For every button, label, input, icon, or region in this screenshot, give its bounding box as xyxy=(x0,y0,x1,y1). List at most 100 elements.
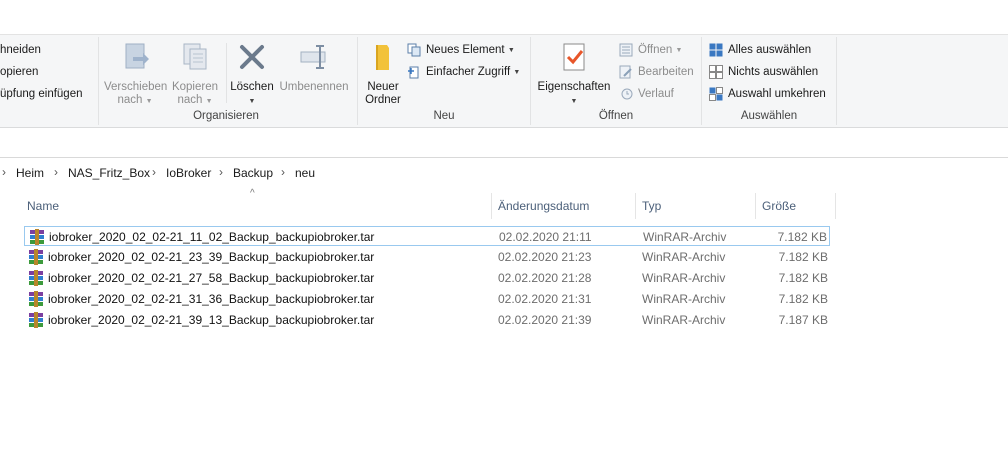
table-row[interactable]: iobroker_2020_02_02-21_27_58_Backup_back… xyxy=(24,268,830,288)
chevron-down-icon: ▼ xyxy=(513,68,521,76)
winrar-archive-icon xyxy=(29,270,43,286)
file-type: WinRAR-Archiv xyxy=(642,271,726,285)
table-row[interactable]: iobroker_2020_02_02-21_11_02_Backup_back… xyxy=(24,226,830,246)
file-size: 7.182 KB xyxy=(778,292,828,306)
paste-shortcut-label: üpfung einfügen xyxy=(0,88,83,100)
chevron-down-icon: ▼ xyxy=(248,98,256,105)
new-folder-label-1: Neuer xyxy=(367,81,399,93)
breadcrumb-item[interactable]: neu xyxy=(295,166,315,180)
new-item-label: Neues Element xyxy=(426,44,505,56)
properties-label: Eigenschaften xyxy=(537,81,611,93)
group-separator xyxy=(836,37,837,125)
rename-button[interactable]: Umbenennen xyxy=(278,41,350,94)
select-none-label: Nichts auswählen xyxy=(728,66,819,78)
open-icon xyxy=(619,43,633,57)
history-label: Verlauf xyxy=(638,88,674,100)
open-button[interactable]: Öffnen ▼ xyxy=(619,41,682,59)
file-type: WinRAR-Archiv xyxy=(642,292,726,306)
select-all-label: Alles auswählen xyxy=(728,44,812,56)
copy-path-button[interactable]: opieren xyxy=(0,63,38,81)
paste-shortcut-button[interactable]: üpfung einfügen xyxy=(0,85,83,103)
delete-button[interactable]: Löschen ▼ xyxy=(229,41,275,108)
copy-path-label: opieren xyxy=(0,66,39,78)
file-type: WinRAR-Archiv xyxy=(643,230,727,244)
chevron-right-icon[interactable]: › xyxy=(281,165,285,179)
file-name: iobroker_2020_02_02-21_11_02_Backup_back… xyxy=(49,230,375,244)
history-button[interactable]: Verlauf xyxy=(619,85,674,103)
chevron-down-icon: ▼ xyxy=(145,98,153,105)
file-name: iobroker_2020_02_02-21_27_58_Backup_back… xyxy=(48,271,375,285)
move-to-label-2: nach xyxy=(117,94,143,106)
file-date: 02.02.2020 21:31 xyxy=(498,292,592,306)
chevron-right-icon[interactable]: › xyxy=(54,165,58,179)
winrar-archive-icon xyxy=(30,229,44,245)
table-row[interactable]: iobroker_2020_02_02-21_39_13_Backup_back… xyxy=(24,310,830,330)
file-date: 02.02.2020 21:11 xyxy=(499,230,592,244)
select-group-label: Auswählen xyxy=(740,110,798,122)
cut-button[interactable]: hneiden xyxy=(0,41,41,59)
select-all-button[interactable]: Alles auswählen xyxy=(709,41,811,59)
move-to-icon xyxy=(125,43,149,69)
invert-selection-button[interactable]: Auswahl umkehren xyxy=(709,85,826,103)
cut-label: hneiden xyxy=(0,44,41,56)
select-none-button[interactable]: Nichts auswählen xyxy=(709,63,818,81)
organize-group-label: Organisieren xyxy=(193,110,259,122)
easy-access-label: Einfacher Zugriff xyxy=(426,66,511,78)
table-row[interactable]: iobroker_2020_02_02-21_31_36_Backup_back… xyxy=(24,289,830,309)
copy-to-icon xyxy=(183,43,207,70)
folder-icon xyxy=(376,45,389,70)
properties-button[interactable]: Eigenschaften ▼ xyxy=(536,41,612,108)
breadcrumb-item[interactable]: NAS_Fritz_Box xyxy=(68,166,150,180)
column-header-size[interactable]: Größe xyxy=(762,199,796,213)
sort-ascending-icon: ^ xyxy=(250,188,255,199)
file-date: 02.02.2020 21:28 xyxy=(498,271,592,285)
edit-button[interactable]: Bearbeiten xyxy=(619,63,694,81)
chevron-right-icon[interactable]: › xyxy=(152,165,156,179)
winrar-archive-icon xyxy=(29,312,43,328)
copy-to-button[interactable]: Kopieren nach ▼ xyxy=(170,41,220,108)
file-date: 02.02.2020 21:39 xyxy=(498,313,592,327)
easy-access-icon xyxy=(408,66,419,79)
new-group-label: Neu xyxy=(433,110,455,122)
column-header-type[interactable]: Typ xyxy=(642,199,661,213)
column-header-name[interactable]: Name xyxy=(27,199,59,213)
file-name: iobroker_2020_02_02-21_39_13_Backup_back… xyxy=(48,313,375,327)
file-type: WinRAR-Archiv xyxy=(642,313,726,327)
column-divider[interactable] xyxy=(635,193,636,219)
new-item-button[interactable]: Neues Element ▼ xyxy=(407,41,515,59)
column-divider[interactable] xyxy=(835,193,836,219)
file-size: 7.187 KB xyxy=(778,313,828,327)
file-name: iobroker_2020_02_02-21_31_36_Backup_back… xyxy=(48,292,375,306)
new-folder-button[interactable]: Neuer Ordner xyxy=(361,41,405,107)
file-date: 02.02.2020 21:23 xyxy=(498,250,592,264)
chevron-down-icon: ▼ xyxy=(205,98,213,105)
file-size: 7.182 KB xyxy=(778,271,828,285)
easy-access-button[interactable]: Einfacher Zugriff ▼ xyxy=(407,63,520,81)
column-header-date[interactable]: Änderungsdatum xyxy=(498,199,589,213)
address-bar[interactable]: › Heim › NAS_Fritz_Box › IoBroker › Back… xyxy=(0,157,1008,188)
group-separator xyxy=(98,37,99,125)
edit-label: Bearbeiten xyxy=(638,66,694,78)
rename-icon xyxy=(300,45,326,69)
column-divider[interactable] xyxy=(491,193,492,219)
winrar-archive-icon xyxy=(29,249,43,265)
column-divider[interactable] xyxy=(755,193,756,219)
select-none-icon xyxy=(709,65,723,79)
chevron-right-icon[interactable]: › xyxy=(219,165,223,179)
copy-to-label-2: nach xyxy=(177,94,203,106)
table-row[interactable]: iobroker_2020_02_02-21_23_39_Backup_back… xyxy=(24,247,830,267)
delete-label: Löschen xyxy=(230,81,274,93)
breadcrumb-item[interactable]: Backup xyxy=(233,166,273,180)
chevron-down-icon: ▼ xyxy=(675,46,683,54)
breadcrumb-item[interactable]: IoBroker xyxy=(166,166,211,180)
properties-icon xyxy=(563,43,585,71)
move-to-label-1: Verschieben xyxy=(104,81,168,93)
rename-label: Umbenennen xyxy=(279,81,349,93)
file-size: 7.182 KB xyxy=(777,230,827,244)
file-size: 7.182 KB xyxy=(778,250,828,264)
invert-selection-label: Auswahl umkehren xyxy=(728,88,826,100)
move-to-button[interactable]: Verschieben nach ▼ xyxy=(104,41,168,108)
copy-to-label-1: Kopieren xyxy=(171,81,219,93)
breadcrumb-item[interactable]: Heim xyxy=(16,166,44,180)
invert-selection-icon xyxy=(709,87,723,101)
